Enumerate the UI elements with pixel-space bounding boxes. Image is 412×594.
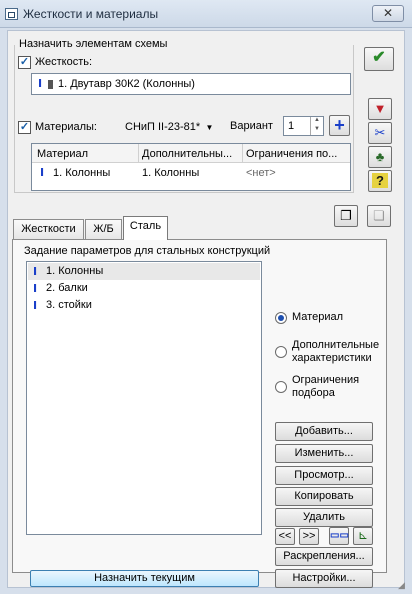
axes-icon: ⊾ bbox=[357, 528, 369, 542]
variant-value: 1 bbox=[288, 120, 295, 132]
norm-dropdown[interactable]: СНиП II-23-81* ▼ bbox=[125, 121, 213, 133]
spin-up-icon[interactable]: ▲ bbox=[310, 117, 323, 126]
list-item[interactable]: I 1. Колонны bbox=[28, 263, 260, 280]
steel-list: I 1. Колонны I 2. балки I 3. стойки bbox=[26, 261, 262, 535]
steel-tab-page: Задание параметров для стальных конструк… bbox=[12, 239, 387, 588]
variant-label: Вариант bbox=[230, 120, 273, 132]
brush-button[interactable]: ♣ bbox=[368, 146, 392, 168]
column-header: Дополнительны... bbox=[142, 148, 233, 160]
list-item[interactable]: I 3. стойки bbox=[28, 297, 260, 314]
stiffness-label: Жесткость: bbox=[35, 56, 93, 68]
radio-extra-characteristics-label: Дополнительные характеристики bbox=[292, 339, 380, 364]
dimension-button[interactable]: ▭▭ bbox=[329, 527, 349, 545]
paste-doc-button[interactable]: ❏ bbox=[367, 205, 391, 227]
stiffness-checkbox[interactable]: ✓ bbox=[18, 56, 31, 69]
list-item-label: 1. Колонны bbox=[46, 265, 104, 277]
copy-button[interactable]: Копировать bbox=[275, 487, 373, 506]
list-item-label: 3. стойки bbox=[46, 299, 92, 311]
assign-current-button[interactable]: Назначить текущим bbox=[30, 570, 259, 587]
radio-material-label: Материал bbox=[292, 311, 343, 323]
add-variant-button[interactable]: + bbox=[329, 115, 350, 136]
checkmark-icon: ✔ bbox=[372, 49, 386, 66]
norm-value: СНиП II-23-81* bbox=[125, 121, 201, 133]
table-cell: 1. Колонны bbox=[142, 167, 200, 179]
radio-selection-limits-label: Ограничения подбора bbox=[292, 374, 360, 399]
title-bar: Жесткости и материалы ✕ bbox=[0, 0, 412, 28]
materials-table: Материал Дополнительны... Ограничения по… bbox=[31, 143, 351, 191]
axes-button[interactable]: ⊾ bbox=[353, 527, 373, 545]
resize-grip-icon[interactable]: ◢ bbox=[398, 581, 408, 591]
table-cell: <нет> bbox=[246, 167, 276, 179]
delete-button[interactable]: Удалить bbox=[275, 508, 373, 527]
filter-button[interactable]: ▼ bbox=[368, 98, 392, 120]
table-row[interactable]: I 1. Колонны 1. Колонны <нет> bbox=[32, 164, 350, 182]
i-beam-icon: I bbox=[38, 77, 43, 90]
column-header: Материал bbox=[37, 148, 88, 160]
tab-stiffness[interactable]: Жесткости bbox=[13, 219, 84, 239]
paste-icon: ❏ bbox=[373, 208, 385, 223]
radio-material[interactable] bbox=[275, 312, 287, 324]
copy-doc-button[interactable]: ❐ bbox=[334, 205, 358, 227]
close-button[interactable]: ✕ bbox=[372, 5, 404, 22]
i-beam-icon: I bbox=[33, 299, 38, 312]
settings-button[interactable]: Настройки... bbox=[275, 569, 373, 588]
cut-button[interactable]: ✂ bbox=[368, 122, 392, 144]
table-cell: 1. Колонны bbox=[53, 167, 111, 179]
apply-button[interactable]: ✔ bbox=[364, 47, 394, 71]
scissors-icon: ✂ bbox=[374, 125, 386, 140]
variant-spinner[interactable]: 1 ▲ ▼ bbox=[283, 116, 324, 136]
dropdown-arrow-icon: ▼ bbox=[203, 123, 214, 132]
tab-steel[interactable]: Сталь bbox=[123, 216, 168, 240]
help-button[interactable]: ? bbox=[368, 170, 392, 192]
table-header: Материал Дополнительны... Ограничения по… bbox=[32, 144, 350, 163]
radio-extra-characteristics[interactable] bbox=[275, 346, 287, 358]
window-title: Жесткости и материалы bbox=[23, 7, 159, 21]
i-beam-icon: I bbox=[40, 166, 45, 179]
list-item-label: 2. балки bbox=[46, 282, 88, 294]
section-color-swatch bbox=[48, 80, 53, 89]
bracing-button[interactable]: Раскрепления... bbox=[275, 547, 373, 566]
app-icon bbox=[5, 8, 18, 20]
column-header: Ограничения по... bbox=[246, 148, 338, 160]
radio-selection-limits[interactable] bbox=[275, 381, 287, 393]
materials-checkbox[interactable]: ✓ bbox=[18, 121, 31, 134]
list-item[interactable]: I 2. балки bbox=[28, 280, 260, 297]
stiffness-field[interactable]: I 1. Двутавр 30К2 (Колонны) bbox=[31, 73, 351, 95]
spin-down-icon[interactable]: ▼ bbox=[310, 126, 323, 135]
tab-rc[interactable]: Ж/Б bbox=[85, 219, 122, 239]
i-beam-icon: I bbox=[33, 282, 38, 295]
stiffness-value: 1. Двутавр 30К2 (Колонны) bbox=[58, 78, 195, 90]
main-panel: Назначить элементам схемы ✓ Жесткость: I… bbox=[7, 30, 405, 588]
add-button[interactable]: Добавить... bbox=[275, 422, 373, 441]
dimension-icon: ▭▭ bbox=[330, 530, 349, 541]
materials-label: Материалы: bbox=[35, 121, 97, 133]
brush-icon: ♣ bbox=[375, 149, 385, 164]
documents-icon: ❐ bbox=[340, 208, 352, 223]
steel-group-label: Задание параметров для стальных конструк… bbox=[24, 245, 271, 257]
prev-button[interactable]: << bbox=[275, 528, 295, 545]
next-button[interactable]: >> bbox=[299, 528, 319, 545]
edit-button[interactable]: Изменить... bbox=[275, 444, 373, 463]
view-button[interactable]: Просмотр... bbox=[275, 466, 373, 485]
i-beam-icon: I bbox=[33, 265, 38, 278]
funnel-icon: ▼ bbox=[373, 101, 387, 116]
help-icon: ? bbox=[372, 173, 388, 188]
